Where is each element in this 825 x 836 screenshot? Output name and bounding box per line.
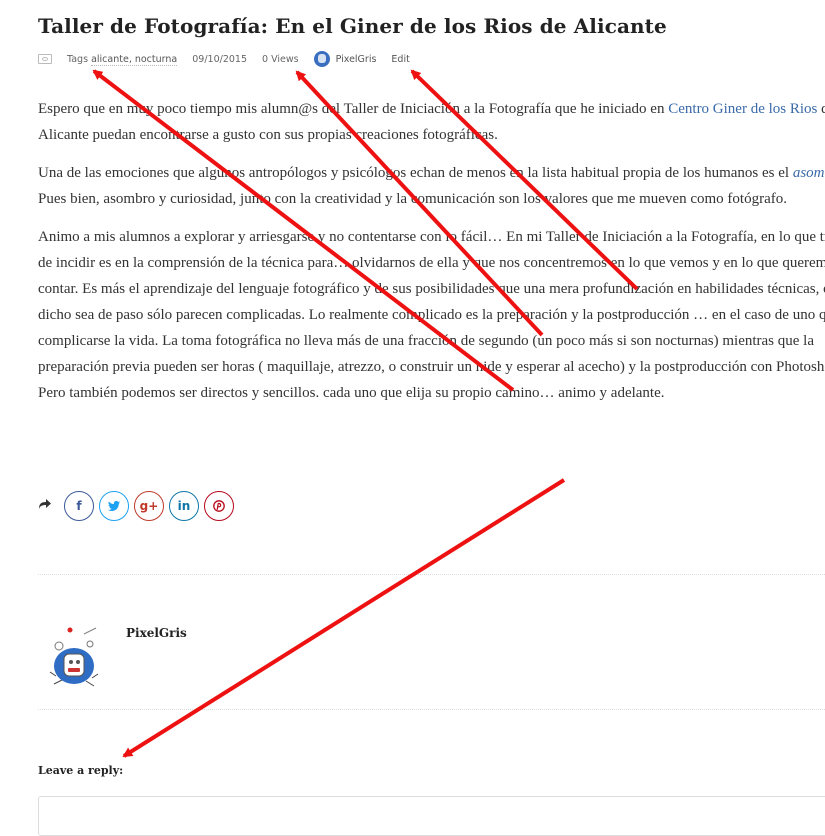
linkedin-icon[interactable]: in xyxy=(169,491,199,521)
post-meta: Tags alicante, nocturna 09/10/2015 0 Vie… xyxy=(38,50,425,68)
tags-meta: Tags alicante, nocturna xyxy=(67,53,178,66)
author-link[interactable]: PixelGris xyxy=(336,54,377,65)
paragraph: Espero que en muy poco tiempo mis alumn@… xyxy=(38,101,825,143)
post-date: 09/10/2015 xyxy=(192,53,248,65)
tags-label: Tags xyxy=(67,53,89,65)
post-title: Taller de Fotografía: En el Giner de los… xyxy=(38,14,667,38)
author-avatar-small[interactable] xyxy=(313,51,330,67)
image-format-icon xyxy=(38,54,52,64)
author-name[interactable]: PixelGris xyxy=(126,626,187,640)
comment-textarea[interactable] xyxy=(38,796,825,836)
share-bar: f g+ in xyxy=(38,491,239,521)
divider xyxy=(38,709,825,710)
paragraph: Una de las emociones que algunos antropó… xyxy=(38,160,825,212)
asombro-emphasis[interactable]: asombro xyxy=(793,165,825,181)
google-plus-icon[interactable]: g+ xyxy=(134,491,164,521)
edit-link[interactable]: Edit xyxy=(391,54,409,65)
tags-link[interactable]: alicante, nocturna xyxy=(91,53,178,66)
leave-reply-heading: Leave a reply: xyxy=(38,764,124,777)
annotation-arrow xyxy=(122,478,566,758)
post-content: Espero que en muy poco tiempo mis alumn@… xyxy=(38,96,825,418)
twitter-icon[interactable] xyxy=(99,491,129,521)
facebook-icon[interactable]: f xyxy=(64,491,94,521)
giner-link[interactable]: Centro Giner de los Rios xyxy=(668,101,817,117)
paragraph: Animo a mis alumnos a explorar y arriesg… xyxy=(38,229,825,401)
views-count: 0 Views xyxy=(262,53,299,65)
author-avatar[interactable] xyxy=(44,624,104,690)
pinterest-icon[interactable] xyxy=(204,491,234,521)
divider xyxy=(38,574,825,575)
share-arrow-icon xyxy=(38,498,56,514)
